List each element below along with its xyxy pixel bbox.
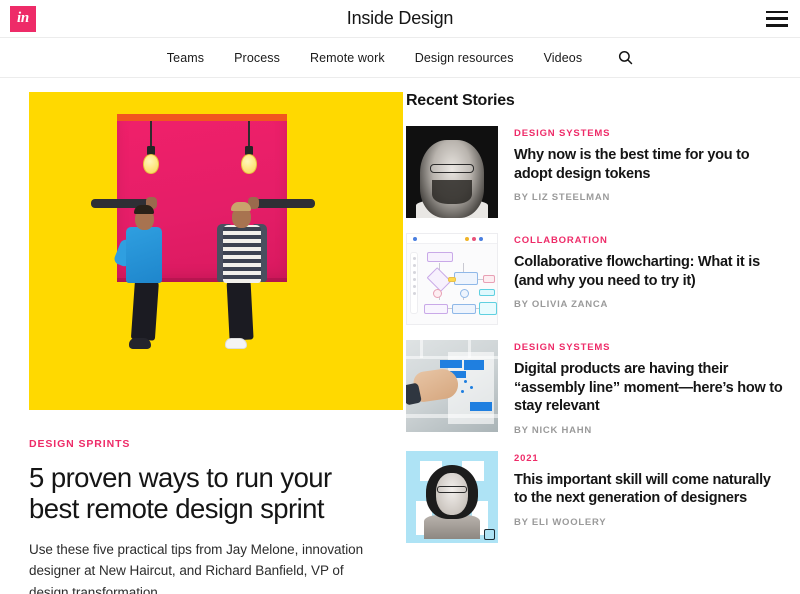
site-title: Inside Design (346, 8, 454, 28)
light-bulb-icon (143, 154, 159, 174)
blue-label (464, 360, 484, 370)
glasses-icon (437, 485, 467, 493)
nav-item-remote-work[interactable]: Remote work (310, 51, 385, 65)
person-shoe (225, 338, 247, 349)
top-bar: in Inside Design (0, 0, 800, 38)
blue-dot (464, 380, 467, 383)
hamburger-icon[interactable] (766, 10, 788, 27)
person-torso (126, 227, 162, 283)
story-title[interactable]: This important skill will come naturally… (514, 471, 784, 508)
flow-node (479, 289, 495, 296)
toolbar-dot (472, 237, 476, 241)
story-category[interactable]: DESIGN SYSTEMS (514, 342, 784, 353)
story-item[interactable]: COLLABORATION Collaborative flowcharting… (406, 233, 784, 325)
story-byline: BY LIZ STEELMAN (514, 192, 611, 204)
corner-badge-icon (484, 528, 495, 540)
story-body: DESIGN SYSTEMS Why now is the best time … (514, 126, 784, 218)
bulb-cord (150, 121, 152, 147)
portrait-beard (432, 180, 472, 204)
flow-node-circle (433, 289, 442, 298)
recent-stories-panel: Recent Stories DESIGN SYSTEMS Why now is… (404, 92, 800, 594)
story-thumbnail[interactable] (406, 450, 498, 543)
pipe (406, 414, 498, 418)
portrait-face (436, 472, 468, 515)
story-category[interactable]: 2021 (514, 453, 784, 464)
person-hair (134, 205, 154, 214)
page-body: DESIGN SPRINTS 5 proven ways to run your… (0, 78, 800, 594)
light-bulb-icon (241, 154, 257, 174)
toolbar-dot (465, 237, 469, 241)
person-shoe (129, 338, 151, 349)
invision-logo[interactable]: in (10, 5, 36, 32)
hero-alcove-top-rim (117, 114, 287, 121)
story-thumbnail[interactable] (406, 233, 498, 325)
app-tool-rail (410, 252, 418, 314)
story-category[interactable]: COLLABORATION (514, 235, 784, 246)
flow-node (454, 272, 478, 285)
flow-node (427, 252, 453, 262)
logo-mark: in (17, 10, 29, 26)
story-byline: BY OLIVIA ZANCA (514, 299, 609, 311)
recent-stories-heading: Recent Stories (406, 92, 515, 109)
portrait-face (420, 140, 484, 218)
nav-item-design-resources[interactable]: Design resources (415, 51, 514, 65)
flow-node (483, 275, 495, 283)
story-title[interactable]: Why now is the best time for you to adop… (514, 146, 784, 183)
story-body: COLLABORATION Collaborative flowcharting… (514, 233, 784, 325)
story-category[interactable]: DESIGN SYSTEMS (514, 128, 784, 139)
story-byline: BY NICK HAHN (514, 424, 592, 436)
person-hair (231, 202, 251, 211)
flow-node-circle (460, 289, 469, 298)
flow-node (479, 302, 497, 315)
hamburger-bar (766, 10, 788, 13)
primary-nav: Teams Process Remote work Design resourc… (0, 38, 800, 78)
pipe (468, 340, 471, 358)
story-item[interactable]: 2021 This important skill will come natu… (406, 450, 784, 543)
blue-dot (461, 390, 464, 393)
search-icon[interactable] (618, 50, 633, 65)
featured-article: DESIGN SPRINTS 5 proven ways to run your… (0, 92, 404, 594)
hamburger-bar (766, 24, 788, 27)
blue-label (440, 360, 462, 368)
nav-item-videos[interactable]: Videos (544, 51, 583, 65)
blue-label (470, 402, 492, 411)
toolbar-dot (479, 237, 483, 241)
blue-dot (470, 386, 473, 389)
reaching-arm (253, 199, 315, 208)
bulb-cord (248, 121, 250, 147)
glasses-icon (430, 164, 474, 173)
flow-node (452, 304, 476, 314)
featured-category-label[interactable]: DESIGN SPRINTS (29, 438, 375, 450)
hamburger-bar (766, 17, 788, 20)
nav-item-process[interactable]: Process (234, 51, 280, 65)
story-item[interactable]: DESIGN SYSTEMS Why now is the best time … (406, 126, 784, 218)
story-byline: BY ELI WOOLERY (514, 516, 607, 528)
featured-hero-image[interactable] (29, 92, 403, 410)
story-thumbnail[interactable] (406, 340, 498, 432)
featured-description: Use these five practical tips from Jay M… (29, 541, 364, 594)
flow-node (424, 304, 448, 314)
featured-title[interactable]: 5 proven ways to run your best remote de… (29, 462, 375, 525)
app-toolbar (407, 234, 497, 244)
story-item[interactable]: DESIGN SYSTEMS Digital products are havi… (406, 340, 784, 436)
person-torso (223, 225, 261, 283)
person-legs (130, 277, 160, 341)
toolbar-dot (413, 237, 417, 241)
story-thumbnail[interactable] (406, 126, 498, 218)
person-legs (226, 277, 254, 341)
nav-item-teams[interactable]: Teams (167, 51, 204, 65)
story-title[interactable]: Digital products are having their “assem… (514, 360, 784, 416)
pipe (420, 340, 423, 358)
flow-node-highlight (448, 277, 456, 282)
story-title[interactable]: Collaborative flowcharting: What it is (… (514, 253, 784, 290)
story-body: 2021 This important skill will come natu… (514, 451, 784, 543)
story-body: DESIGN SYSTEMS Digital products are havi… (514, 340, 784, 436)
